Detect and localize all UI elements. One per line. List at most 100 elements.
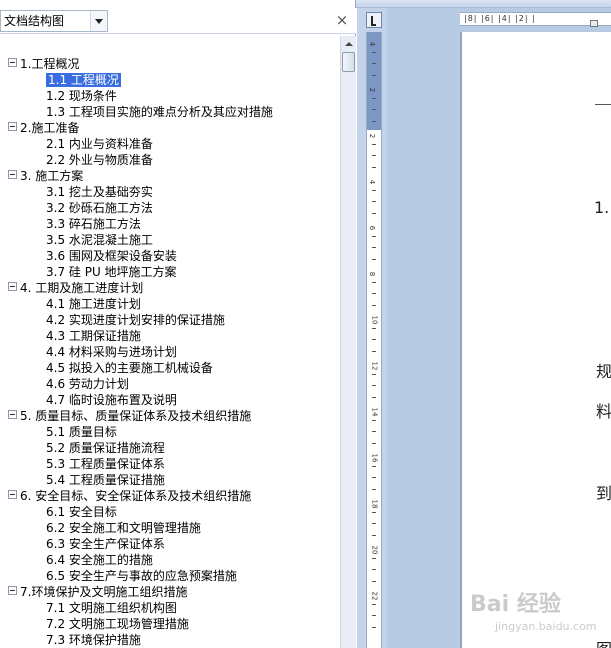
chevron-down-icon[interactable] [90, 11, 107, 31]
outline-subheading[interactable]: 7.3 环境保护措施 [46, 632, 141, 648]
watermark-url: jingyan.baidu.com [495, 620, 597, 633]
outline-subheading[interactable]: 1.1 工程概况 [46, 72, 121, 88]
outline-subheading[interactable]: 2.1 内业与资料准备 [46, 136, 153, 152]
vertical-ruler-number: 10 [370, 315, 379, 325]
outline-heading[interactable]: 4. 工期及施工进度计划 [8, 280, 143, 296]
vertical-ruler-number: 18 [370, 499, 379, 509]
outline-subheading[interactable]: 7.1 文明施工组织机构图 [46, 600, 177, 616]
outline-item-label: 4.6 劳动力计划 [46, 377, 129, 391]
outline-item-label: 1.1 工程概况 [46, 73, 121, 87]
outline-item-label: 5.1 质量目标 [46, 425, 117, 439]
vertical-ruler-tick [372, 569, 376, 570]
outline-subheading[interactable]: 7.2 文明施工现场管理措施 [46, 616, 189, 632]
outline-item-label: 2.施工准备 [20, 121, 80, 135]
vertical-ruler-tick [372, 74, 376, 76]
outline-item-label: 1.3 工程项目实施的难点分析及其应对措施 [46, 105, 273, 119]
outline-subheading[interactable]: 1.3 工程项目实施的难点分析及其应对措施 [46, 104, 273, 120]
vertical-ruler-tick [372, 419, 376, 421]
document-text-fragment: 1. [594, 198, 610, 217]
outline-item-label: 7.2 文明施工现场管理措施 [46, 617, 189, 631]
outline-subheading[interactable]: 6.1 安全目标 [46, 504, 117, 520]
collapse-toggle-icon[interactable] [8, 58, 17, 67]
collapse-toggle-icon[interactable] [8, 490, 17, 499]
outline-subheading[interactable]: 3.2 砂砾石施工方法 [46, 200, 153, 216]
outline-heading[interactable]: 1.工程概况 [8, 56, 79, 72]
vertical-ruler-tick [372, 97, 376, 99]
outline-subheading[interactable]: 4.3 工期保证措施 [46, 328, 141, 344]
close-icon[interactable]: × [335, 13, 349, 28]
outline-item-label: 4.1 施工进度计划 [46, 297, 141, 311]
header-rule [595, 104, 611, 105]
document-page[interactable] [462, 32, 611, 648]
vertical-ruler-tick [372, 557, 376, 559]
outline-subheading[interactable]: 6.5 安全生产与事故的应急预案措施 [46, 568, 237, 584]
scroll-up-arrow-icon[interactable] [341, 36, 356, 52]
outline-item-label: 5.2 质量保证措施流程 [46, 441, 165, 455]
outline-subheading[interactable]: 4.6 劳动力计划 [46, 376, 129, 392]
outline-subheading[interactable]: 3.1 挖土及基础夯实 [46, 184, 153, 200]
outline-subheading[interactable]: 5.3 工程质量保证体系 [46, 456, 165, 472]
outline-item-label: 6. 安全目标、安全保证体系及技术组织措施 [20, 489, 252, 503]
horizontal-ruler-marks: |8| |6| |4| |2| | [464, 14, 536, 23]
outline-item-label: 7.1 文明施工组织机构图 [46, 601, 177, 615]
outline-subheading[interactable]: 5.4 工程质量保证措施 [46, 472, 165, 488]
collapse-toggle-icon[interactable] [8, 170, 17, 179]
vertical-ruler-tick [372, 626, 376, 628]
outline-subheading[interactable]: 4.2 实现进度计划安排的保证措施 [46, 312, 225, 328]
outline-item-label: 6.2 安全施工和文明管理措施 [46, 521, 201, 535]
outline-heading[interactable]: 7.环境保护及文明施工组织措施 [8, 584, 187, 600]
vertical-ruler-tick [372, 281, 376, 283]
vertical-ruler-tick [372, 63, 376, 64]
outline-item-label: 7.3 环境保护措施 [46, 633, 141, 647]
outline-item-label: 3.3 碎石施工方法 [46, 217, 141, 231]
outline-subheading[interactable]: 6.4 安全施工的措施 [46, 552, 153, 568]
vertical-ruler-tick [372, 373, 376, 375]
outline-subheading[interactable]: 1.2 现场条件 [46, 88, 117, 104]
outline-subheading[interactable]: 4.1 施工进度计划 [46, 296, 141, 312]
indent-marker-icon[interactable] [590, 20, 598, 27]
outline-subheading[interactable]: 4.7 临时设施布置及说明 [46, 392, 177, 408]
vertical-ruler-tick [372, 327, 376, 329]
outline-subheading[interactable]: 6.3 安全生产保证体系 [46, 536, 165, 552]
outline-subheading[interactable]: 6.2 安全施工和文明管理措施 [46, 520, 201, 536]
document-text-fragment: 规 [596, 362, 611, 381]
outline-subheading[interactable]: 2.2 外业与物质准备 [46, 152, 153, 168]
outline-item-label: 2.2 外业与物质准备 [46, 153, 153, 167]
outline-heading[interactable]: 6. 安全目标、安全保证体系及技术组织措施 [8, 488, 251, 504]
collapse-toggle-icon[interactable] [8, 586, 17, 595]
vertical-ruler-tick [372, 155, 376, 156]
outline-subheading[interactable]: 4.4 材料采购与进场计划 [46, 344, 177, 360]
outline-heading[interactable]: 3. 施工方案 [8, 168, 83, 184]
vertical-ruler-number: 14 [370, 407, 379, 417]
vertical-ruler-tick [372, 143, 376, 145]
outline-subheading[interactable]: 3.7 硅 PU 地坪施工方案 [46, 264, 177, 280]
horizontal-ruler[interactable]: |8| |6| |4| |2| | [460, 12, 611, 27]
scrollbar-thumb[interactable] [342, 52, 355, 72]
vertical-ruler-tick [372, 109, 376, 110]
outline-subheading[interactable]: 3.3 碎石施工方法 [46, 216, 141, 232]
outline-subheading[interactable]: 5.2 质量保证措施流程 [46, 440, 165, 456]
outline-item-label: 4.3 工期保证措施 [46, 329, 141, 343]
collapse-toggle-icon[interactable] [8, 282, 17, 291]
vertical-ruler-tick [372, 235, 376, 237]
outline-heading[interactable]: 2.施工准备 [8, 120, 79, 136]
outline-subheading[interactable]: 3.6 围网及框架设备安装 [46, 248, 177, 264]
vertical-ruler-tick [372, 431, 376, 432]
vertical-ruler[interactable]: 4 2 2 4 6 8 10 12 14 16 18 20 22 [366, 32, 382, 648]
tab-stop-selector-icon[interactable] [366, 12, 382, 28]
outline-heading[interactable]: 5. 质量目标、质量保证体系及技术组织措施 [8, 408, 251, 424]
outline-item-label: 5.3 工程质量保证体系 [46, 457, 165, 471]
outline-subheading[interactable]: 5.1 质量目标 [46, 424, 117, 440]
outline-item-label: 3.7 硅 PU 地坪施工方案 [46, 265, 177, 279]
vertical-ruler-number: 4 [368, 41, 377, 47]
document-map-header: 文档结构图 × [0, 8, 356, 34]
outline-item-label: 7.环境保护及文明施工组织措施 [20, 585, 188, 599]
vertical-ruler-tick [372, 615, 376, 616]
collapse-toggle-icon[interactable] [8, 122, 17, 131]
view-selector-dropdown[interactable]: 文档结构图 [0, 10, 108, 32]
outline-subheading[interactable]: 3.5 水泥混凝土施工 [46, 232, 153, 248]
outline-item-label: 3.1 挖土及基础夯实 [46, 185, 153, 199]
collapse-toggle-icon[interactable] [8, 410, 17, 419]
outline-subheading[interactable]: 4.5 拟投入的主要施工机械设备 [46, 360, 213, 376]
pane-scrollbar[interactable] [340, 36, 356, 648]
